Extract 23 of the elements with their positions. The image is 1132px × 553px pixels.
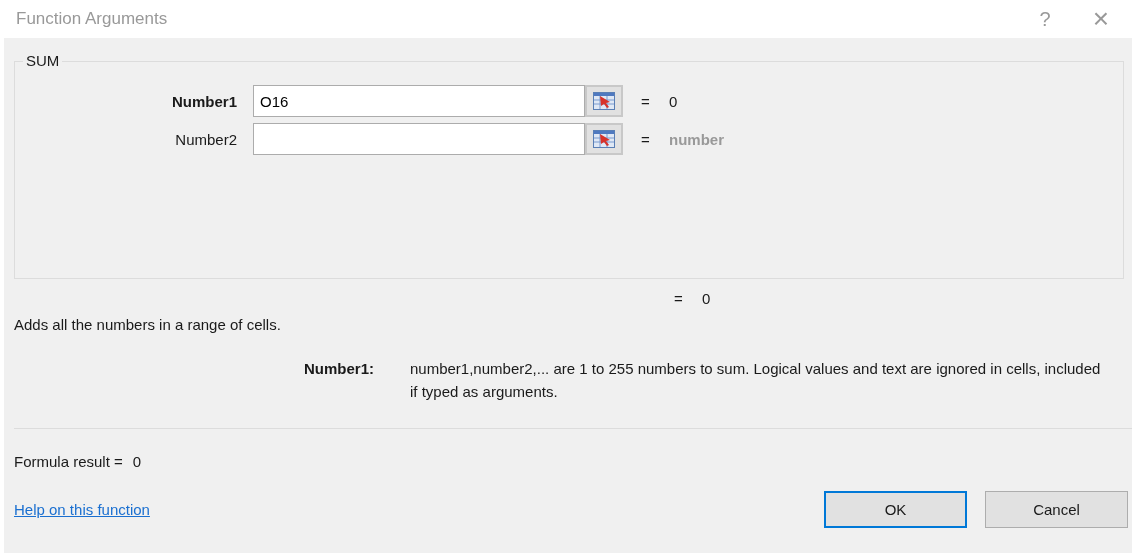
- argument-field[interactable]: O16: [253, 85, 585, 117]
- argument-result: number: [669, 130, 724, 148]
- argument-help-label: Number1:: [304, 359, 375, 379]
- dialog-button[interactable]: Cancel: [985, 491, 1128, 528]
- argument-label: Number2: [174, 130, 238, 148]
- equals-sign: =: [641, 130, 651, 148]
- argument-field[interactable]: [253, 123, 585, 155]
- formula-result-value: 0: [132, 452, 142, 470]
- argument-label: Number1: [170, 92, 238, 110]
- help-link[interactable]: Help on this function: [14, 501, 150, 518]
- argument-result: 0: [669, 92, 678, 110]
- function-description: Adds all the numbers in a range of cells.: [14, 317, 282, 333]
- equals-sign: =: [641, 92, 651, 110]
- table-arrow-icon: [593, 92, 615, 110]
- range-picker-button[interactable]: [585, 85, 623, 117]
- argument-help-text: number1,number2,... are 1 to 255 numbers to sum. Logical values and text are ignored in cells, included if typed as arguments.: [410, 359, 1102, 402]
- range-picker-button[interactable]: [585, 123, 623, 155]
- formula-result-label: Formula result =: [14, 452, 123, 470]
- dialog-button[interactable]: OK: [824, 491, 967, 528]
- window-title: Function Arguments: [16, 9, 169, 29]
- function-result: 0: [702, 289, 711, 307]
- table-arrow-icon: [593, 130, 615, 148]
- equals-sign: =: [674, 289, 684, 307]
